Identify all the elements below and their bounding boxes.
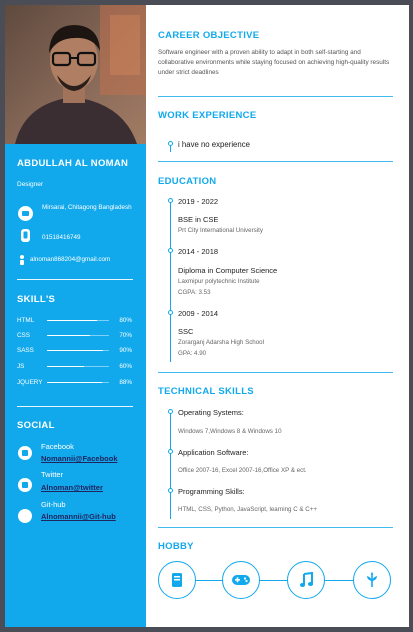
experience-title: WORK EXPERIENCE: [158, 110, 257, 121]
timeline-line: [170, 145, 171, 152]
timeline-dot: [168, 198, 173, 203]
section-divider: [158, 96, 393, 97]
timeline-dot: [168, 248, 173, 253]
career-title: CAREER OBJECTIVE: [158, 30, 260, 41]
experience-text: i have no experience: [178, 140, 250, 149]
skills-title: SKILL'S: [17, 294, 56, 305]
skill-percent: 90%: [119, 347, 132, 354]
skill-bar: [47, 320, 109, 322]
skill-bar-fill: [47, 366, 85, 368]
skill-name: HTML: [17, 317, 35, 324]
skill-percent: 60%: [119, 363, 132, 370]
timeline-dot: [168, 488, 173, 493]
technical-detail: Office 2007-16, Excel 2007-16,Office XP …: [178, 467, 307, 474]
education-school: Zorarganj Adarsha High School: [178, 339, 264, 346]
phone-text: 01518416749: [42, 234, 81, 241]
twitter-link[interactable]: Alnoman@twitter: [41, 483, 141, 492]
skill-name: JQUERY: [17, 379, 43, 386]
skill-bar-fill: [47, 335, 91, 337]
facebook-icon[interactable]: [18, 446, 32, 460]
technical-detail: HTML, CSS, Python, JavaScript, learning …: [178, 506, 317, 513]
facebook-label: Facebook: [41, 442, 74, 451]
skill-row: CSS 70%: [17, 332, 132, 342]
address-icon: [18, 206, 33, 221]
technical-head: Application Software:: [178, 448, 249, 457]
email-icon: [19, 253, 25, 266]
technical-head: Programming Skills:: [178, 487, 245, 496]
technical-timeline: [170, 409, 171, 519]
section-divider: [158, 161, 393, 162]
twitter-label: Twitter: [41, 470, 64, 479]
technical-detail: Windows 7,Windows 8 & Windows 10: [178, 428, 282, 435]
book-icon: [158, 561, 196, 599]
main-content: CAREER OBJECTIVE Software engineer with …: [158, 5, 395, 627]
skill-bar-fill: [47, 320, 97, 322]
education-school: Prt City International University: [178, 227, 263, 234]
github-link[interactable]: Alnomannii@Git-hub: [41, 512, 121, 521]
leaf-icon: [353, 561, 391, 599]
skill-bar: [47, 366, 109, 368]
education-degree: Diploma in Computer Science: [178, 266, 278, 275]
education-school: Laxmipur polytechnic Institute: [178, 278, 260, 285]
skill-row: SASS 90%: [17, 347, 132, 357]
sidebar: ABDULLAH AL NOMAN Designer Mirsarai, Chi…: [5, 5, 146, 627]
skill-bar-fill: [47, 382, 102, 384]
skill-name: CSS: [17, 332, 30, 339]
section-divider: [158, 372, 393, 373]
section-divider: [158, 527, 393, 528]
skill-bar: [47, 382, 109, 384]
github-label: Git-hub: [41, 500, 66, 509]
skill-percent: 70%: [119, 332, 132, 339]
sidebar-divider: [17, 279, 133, 280]
twitter-icon[interactable]: [18, 478, 32, 492]
career-text: Software engineer with a proven ability …: [158, 49, 390, 76]
skill-row: JS 60%: [17, 363, 132, 373]
gamepad-icon: [222, 561, 260, 599]
timeline-dot: [168, 409, 173, 414]
hobby-title: HOBBY: [158, 541, 194, 552]
technical-head: Operating Systems:: [178, 408, 244, 417]
facebook-link[interactable]: Nomannii@Facebook: [41, 454, 141, 463]
resume-page: ABDULLAH AL NOMAN Designer Mirsarai, Chi…: [5, 5, 409, 627]
skill-percent: 88%: [119, 379, 132, 386]
timeline-dot: [168, 449, 173, 454]
education-timeline: [170, 198, 171, 362]
education-degree: BSE in CSE: [178, 215, 219, 224]
education-degree: SSC: [178, 327, 194, 336]
education-gpa: CGPA: 3.53: [178, 289, 211, 296]
skill-name: JS: [17, 363, 25, 370]
skill-bar-fill: [47, 350, 103, 352]
profile-role: Designer: [17, 181, 44, 188]
profile-photo: [5, 5, 146, 144]
profile-name: ABDULLAH AL NOMAN: [17, 158, 129, 169]
education-years: 2019 - 2022: [178, 197, 219, 206]
education-years: 2009 - 2014: [178, 309, 219, 318]
social-title: SOCIAL: [17, 420, 55, 431]
technical-title: TECHNICAL SKILLS: [158, 386, 254, 397]
music-note-icon: [287, 561, 325, 599]
skill-bar: [47, 335, 109, 337]
phone-icon: [21, 229, 30, 242]
skill-row: JQUERY 88%: [17, 379, 132, 389]
github-icon[interactable]: [18, 509, 32, 523]
education-gpa: GPA: 4.90: [178, 350, 207, 357]
skill-bar: [47, 350, 109, 352]
timeline-dot: [168, 310, 173, 315]
sidebar-divider: [17, 406, 133, 407]
education-years: 2014 - 2018: [178, 247, 219, 256]
email-text: alnoman868204@gmail.com: [30, 256, 111, 263]
skill-row: HTML 80%: [17, 317, 132, 327]
skill-percent: 80%: [119, 317, 132, 324]
address-text: Mirsarai, Chitagong Bangladesh: [42, 204, 132, 211]
education-title: EDUCATION: [158, 176, 217, 187]
skill-name: SASS: [17, 347, 34, 354]
